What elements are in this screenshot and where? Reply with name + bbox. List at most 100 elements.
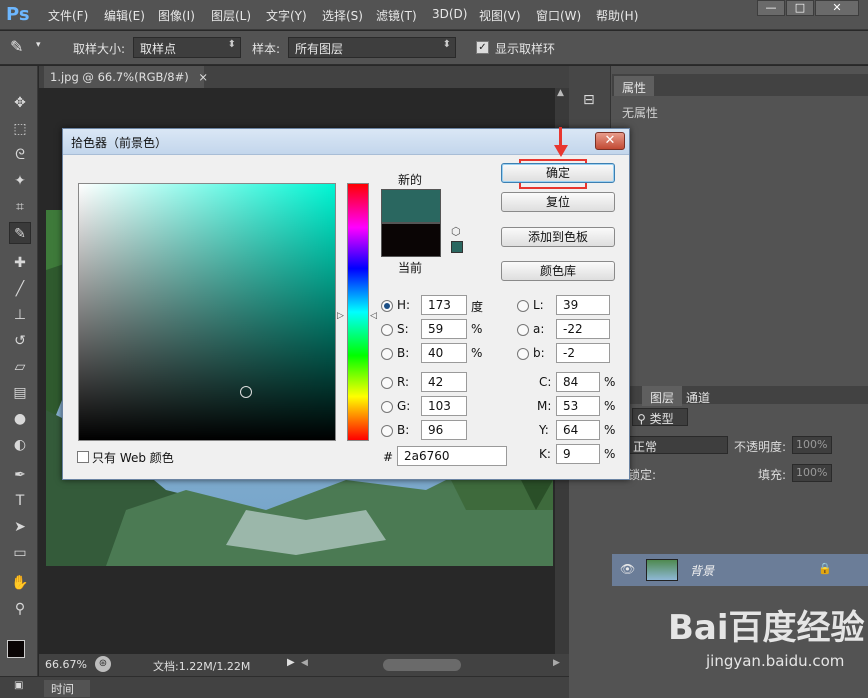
foreground-color-swatch[interactable] [7,640,25,658]
opacity-input[interactable]: 100% [792,436,832,454]
hue-input[interactable]: 173 [421,295,467,315]
eye-icon[interactable]: 👁 [620,562,635,576]
web-colors-only-checkbox[interactable] [77,451,89,463]
red-radio[interactable] [381,377,393,389]
document-tab[interactable]: 1.jpg @ 66.7%(RGB/8#) × [44,66,208,88]
sample-size-select[interactable]: 取样点 ⬍ [133,37,241,58]
add-to-swatches-button[interactable]: 添加到色板 [501,227,615,247]
tab-layers[interactable]: 图层 [642,386,683,406]
hex-input[interactable]: 2a6760 [397,446,507,466]
menu-layer[interactable]: 图层(L) [211,7,251,24]
lab-b-input[interactable]: -2 [556,343,610,363]
menu-filter[interactable]: 滤镜(T) [376,7,417,24]
menu-3d[interactable]: 3D(D) [432,7,467,21]
black-input[interactable]: 9 [556,444,600,464]
lasso-tool-icon[interactable]: ᘓ [9,144,31,166]
path-select-tool-icon[interactable]: ➤ [9,516,31,538]
scroll-up-icon[interactable]: ▲ [557,88,564,98]
yellow-input[interactable]: 64 [556,420,600,440]
lab-a-input[interactable]: -22 [556,319,610,339]
saturation-radio[interactable] [381,324,393,336]
hue-slider[interactable] [347,183,369,441]
marquee-tool-icon[interactable]: ⬚ [9,118,31,140]
green-radio[interactable] [381,401,393,413]
brush-tool-icon[interactable]: ╱ [9,278,31,300]
layer-name[interactable]: 背景 [690,562,714,579]
blue-input[interactable]: 96 [421,420,467,440]
menu-view[interactable]: 视图(V) [479,7,521,24]
blur-tool-icon[interactable]: ● [9,408,31,430]
current-color-swatch[interactable] [381,223,441,257]
cube-icon[interactable]: ⬡ [451,225,461,238]
eyedropper-tool-icon[interactable]: ✎ [9,222,31,244]
eyedropper-icon[interactable]: ✎ [10,37,23,56]
hue-slider-left-arrow-icon[interactable]: ▷ [337,311,344,321]
red-input[interactable]: 42 [421,372,467,392]
menu-edit[interactable]: 编辑(E) [104,7,145,24]
close-window-button[interactable]: ✕ [815,0,859,16]
dodge-tool-icon[interactable]: ◐ [9,434,31,456]
pen-tool-icon[interactable]: ✒ [9,464,31,486]
brightness-radio[interactable] [381,348,393,360]
magic-wand-tool-icon[interactable]: ✦ [9,170,31,192]
color-libraries-button[interactable]: 颜色库 [501,261,615,281]
blend-mode-select[interactable]: 正常 [628,436,728,454]
scroll-left-icon[interactable]: ◀ [301,658,308,668]
lab-l-input[interactable]: 39 [556,295,610,315]
chevron-down-icon[interactable]: ▾ [36,40,41,50]
dialog-close-button[interactable]: ✕ [595,132,625,150]
eraser-tool-icon[interactable]: ▱ [9,356,31,378]
menu-image[interactable]: 图像(I) [158,7,195,24]
maximize-button[interactable]: □ [786,0,814,16]
document-info[interactable]: 文档:1.22M/1.22M [153,658,250,674]
shape-tool-icon[interactable]: ▭ [9,542,31,564]
history-panel-icon[interactable]: ⊟ [583,92,595,108]
close-tab-icon[interactable]: × [198,70,208,84]
healing-brush-tool-icon[interactable]: ✚ [9,252,31,274]
reset-button[interactable]: 复位 [501,192,615,212]
minimize-button[interactable]: — [757,0,785,16]
menu-type[interactable]: 文字(Y) [266,7,307,24]
gradient-tool-icon[interactable]: ▤ [9,382,31,404]
green-input[interactable]: 103 [421,396,467,416]
status-info-icon[interactable]: ⊛ [95,656,111,672]
status-menu-arrow-icon[interactable]: ▶ [287,657,295,668]
crop-tool-icon[interactable]: ⌗ [9,196,31,218]
saturation-brightness-field[interactable] [78,183,336,441]
history-brush-tool-icon[interactable]: ↺ [9,330,31,352]
zoom-tool-icon[interactable]: ⚲ [9,598,31,620]
menu-help[interactable]: 帮助(H) [596,7,638,24]
color-field-marker[interactable] [240,386,252,398]
sample-select[interactable]: 所有图层 ⬍ [288,37,456,58]
tab-properties[interactable]: 属性 [614,76,655,96]
layer-row[interactable]: 👁 背景 🔒 [612,554,868,586]
menu-file[interactable]: 文件(F) [48,7,88,24]
layer-filter-select[interactable]: ⚲ 类型 [632,408,688,426]
ok-button[interactable]: 确定 [501,163,615,183]
cyan-input[interactable]: 84 [556,372,600,392]
saturation-input[interactable]: 59 [421,319,467,339]
hand-tool-icon[interactable]: ✋ [9,572,31,594]
web-safe-swatch[interactable] [451,241,463,253]
lab-l-radio[interactable] [517,300,529,312]
move-tool-icon[interactable]: ✥ [9,92,31,114]
show-ring-checkbox[interactable]: ✓ [476,41,489,54]
type-tool-icon[interactable]: T [9,490,31,512]
hue-slider-right-arrow-icon[interactable]: ◁ [370,311,377,321]
menu-window[interactable]: 窗口(W) [536,7,581,24]
brightness-input[interactable]: 40 [421,343,467,363]
menu-select[interactable]: 选择(S) [322,7,363,24]
hue-radio[interactable] [381,300,393,312]
lab-b-radio[interactable] [517,348,529,360]
timeline-tab[interactable]: 时间轴 [44,680,90,697]
timeline-icon[interactable]: ▣ [14,680,23,691]
lab-a-radio[interactable] [517,324,529,336]
horizontal-scroll-thumb[interactable] [383,659,461,671]
blue-radio[interactable] [381,425,393,437]
stamp-tool-icon[interactable]: ⊥ [9,304,31,326]
fill-input[interactable]: 100% [792,464,832,482]
magenta-input[interactable]: 53 [556,396,600,416]
scroll-right-icon[interactable]: ▶ [553,658,560,668]
tab-channels[interactable]: 通道 [678,386,718,406]
zoom-level[interactable]: 66.67% [45,658,87,671]
